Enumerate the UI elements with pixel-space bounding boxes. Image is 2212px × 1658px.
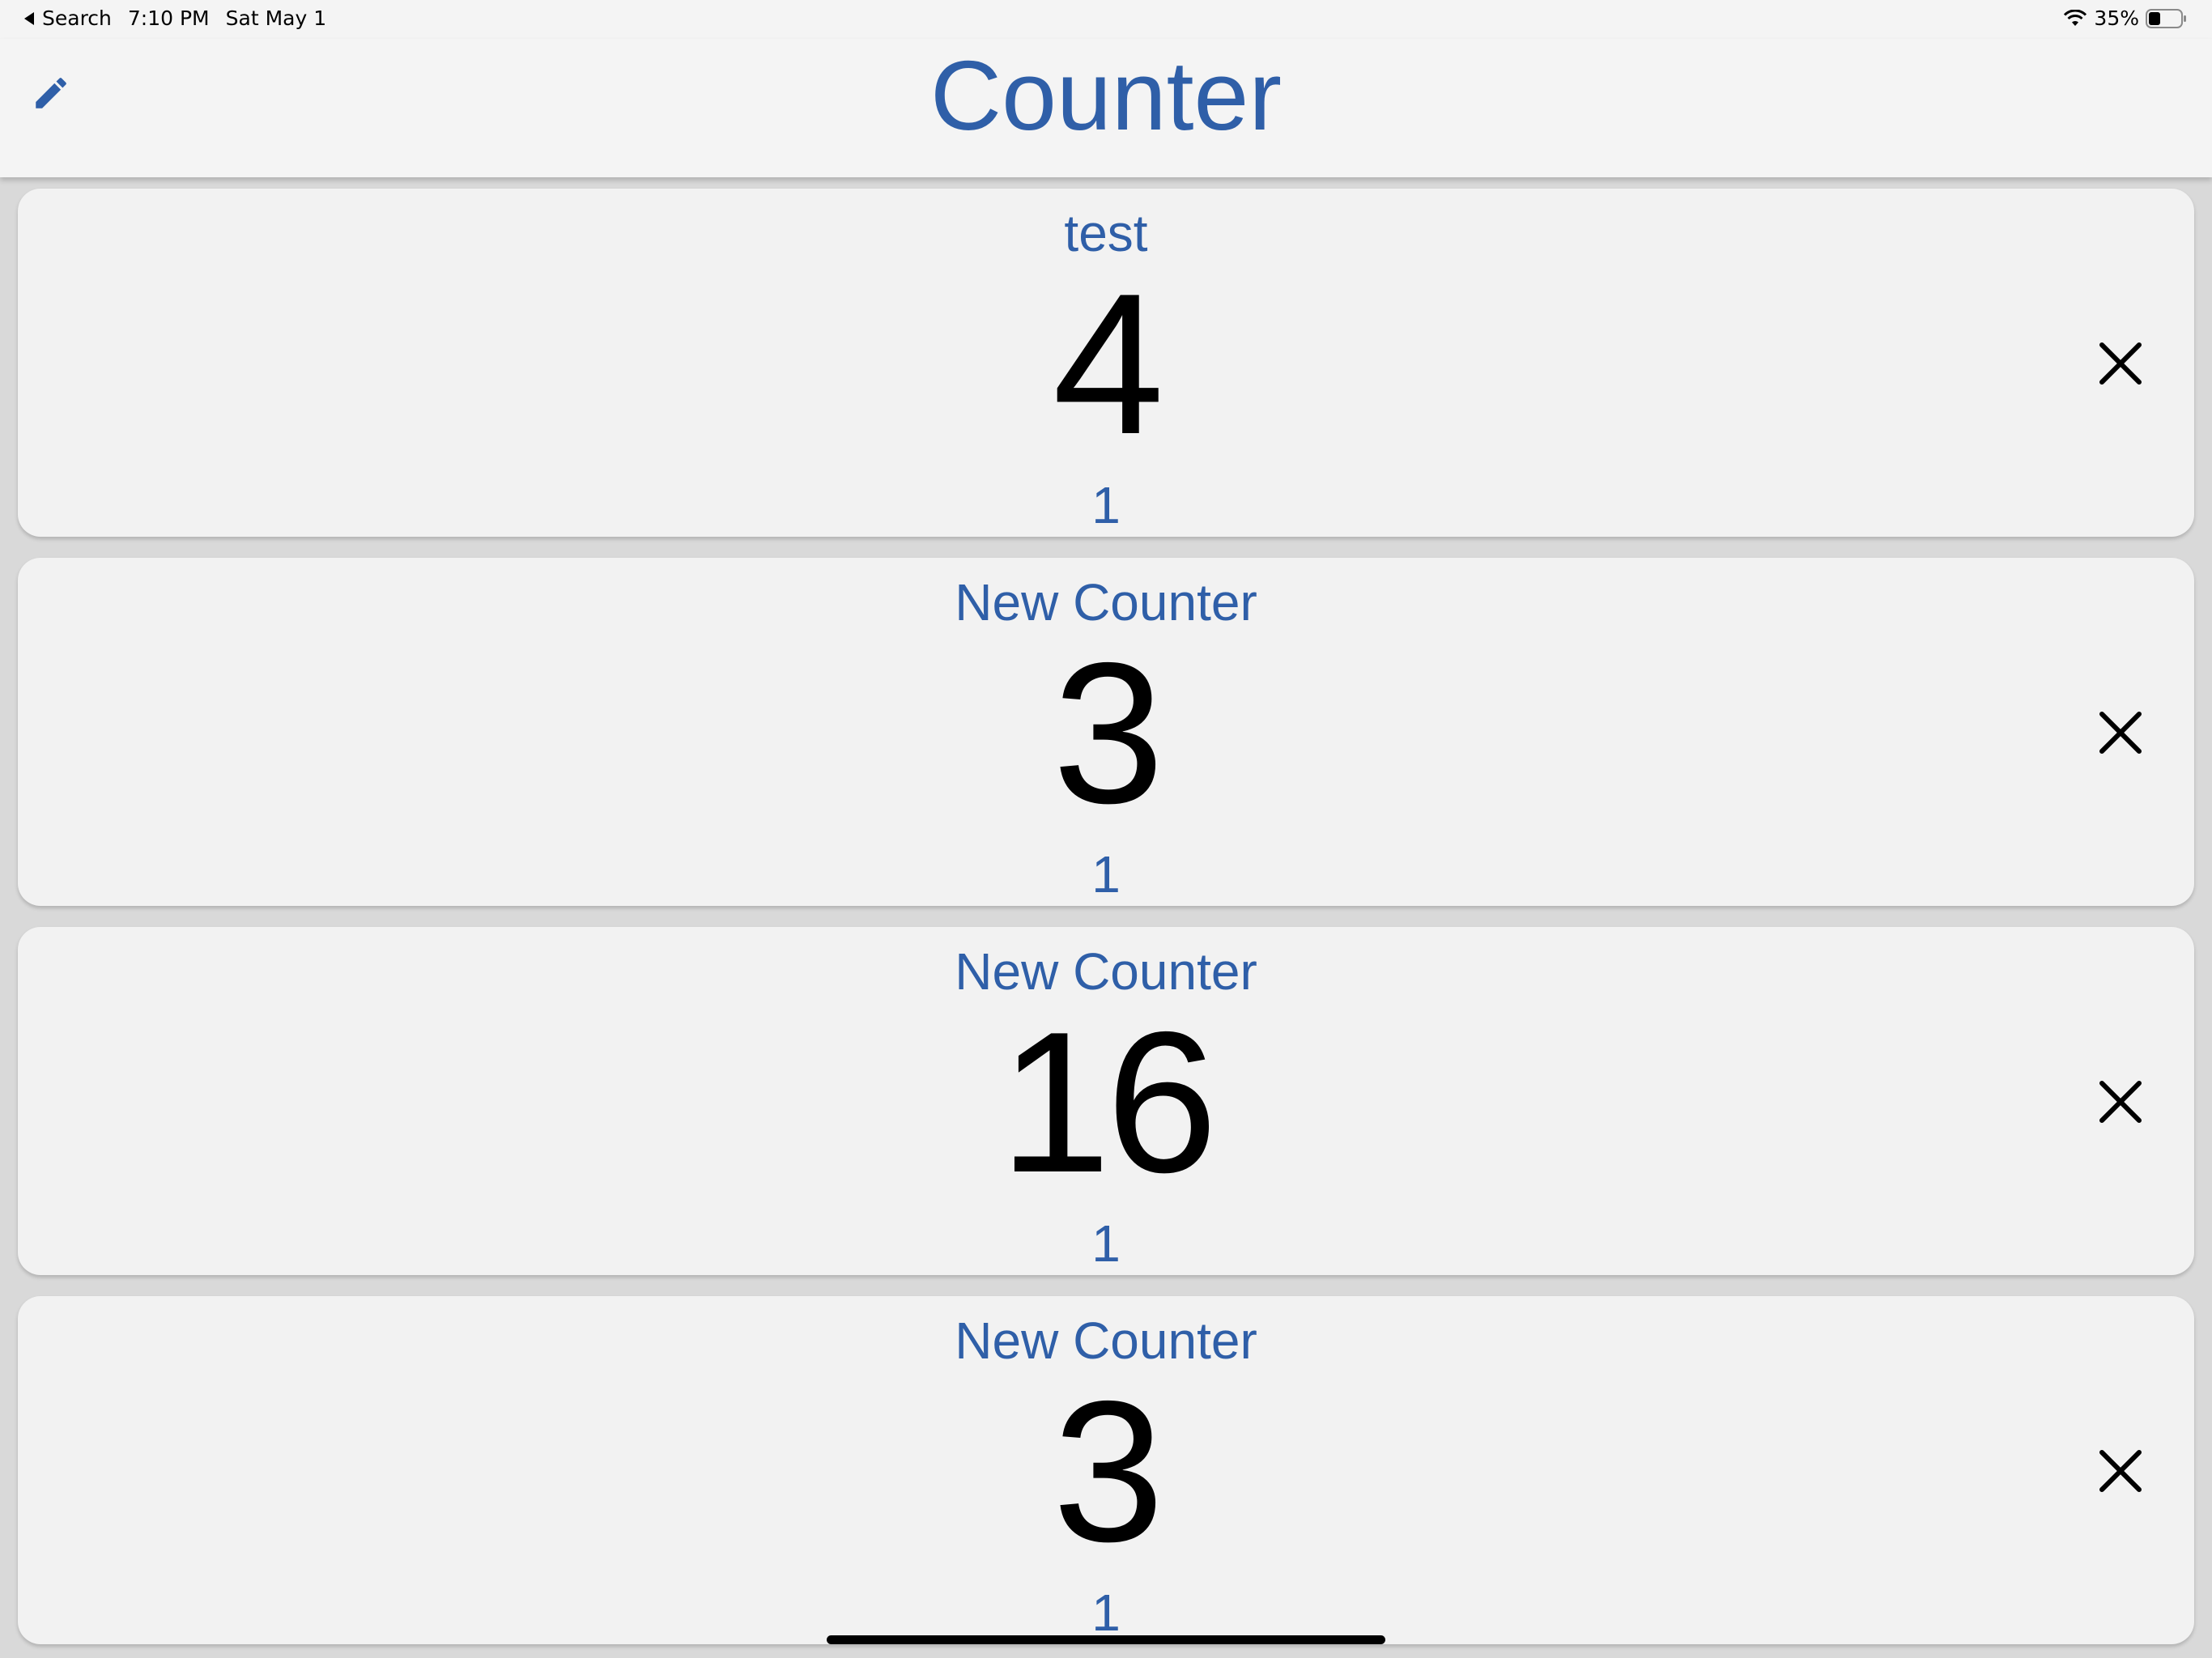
wifi-icon bbox=[2064, 9, 2087, 26]
close-icon[interactable] bbox=[2097, 340, 2144, 387]
counter-step: 1 bbox=[1091, 1214, 1121, 1273]
home-indicator[interactable] bbox=[827, 1635, 1385, 1644]
status-bar: Search 7:10 PM Sat May 1 35% bbox=[0, 0, 2212, 39]
status-time: 7:10 PM bbox=[127, 6, 210, 30]
status-left: Search 7:10 PM Sat May 1 bbox=[24, 6, 326, 30]
counter-card[interactable]: New Counter 3 1 bbox=[18, 558, 2194, 906]
counter-step: 1 bbox=[1091, 1584, 1121, 1642]
counter-value[interactable]: 4 bbox=[18, 263, 2194, 464]
counter-step: 1 bbox=[1091, 845, 1121, 903]
navigation-bar: Counter bbox=[0, 39, 2212, 177]
back-arrow-icon[interactable] bbox=[24, 11, 34, 25]
back-to-app-label[interactable]: Search bbox=[42, 6, 112, 30]
status-right: 35% bbox=[2063, 6, 2188, 30]
counter-card[interactable]: test 4 1 bbox=[18, 189, 2194, 537]
counter-list: test 4 1 New Counter 3 1 New Counter 16 … bbox=[0, 177, 2212, 1658]
close-icon[interactable] bbox=[2097, 1078, 2144, 1125]
counter-value[interactable]: 3 bbox=[18, 1371, 2194, 1571]
status-date: Sat May 1 bbox=[225, 6, 327, 30]
page-title: Counter bbox=[929, 40, 1283, 151]
battery-icon bbox=[2146, 8, 2186, 28]
counter-card[interactable]: New Counter 3 1 bbox=[18, 1296, 2194, 1644]
counter-card[interactable]: New Counter 16 1 bbox=[18, 927, 2194, 1275]
counter-value[interactable]: 16 bbox=[18, 1001, 2194, 1202]
counter-value[interactable]: 3 bbox=[18, 632, 2194, 833]
counter-step: 1 bbox=[1091, 476, 1121, 534]
close-icon[interactable] bbox=[2097, 1448, 2144, 1494]
close-icon[interactable] bbox=[2097, 709, 2144, 756]
battery-percent: 35% bbox=[2094, 6, 2139, 30]
